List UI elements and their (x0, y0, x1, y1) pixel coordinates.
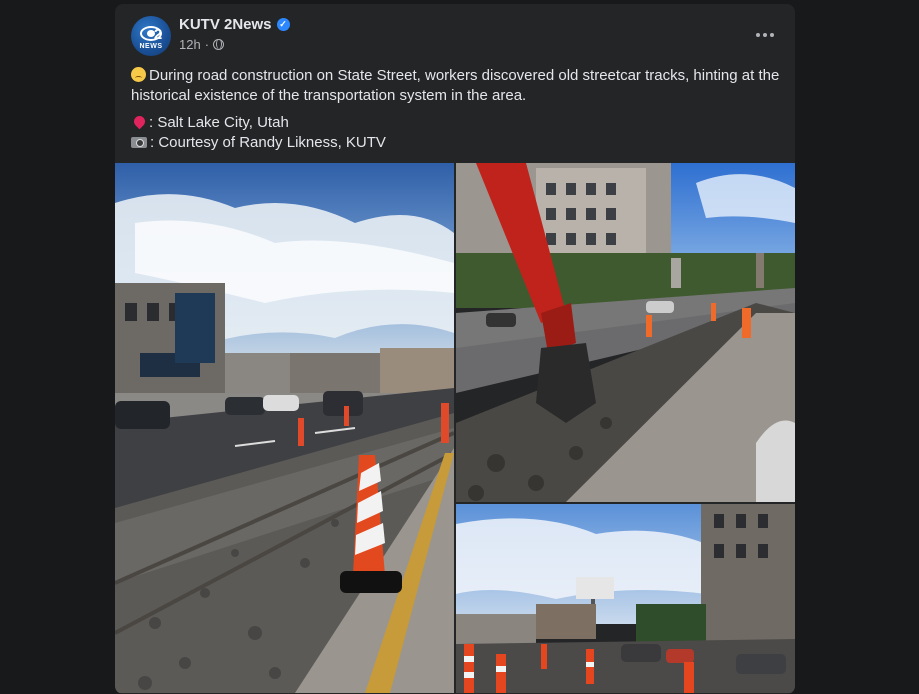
pushpin-emoji-icon (131, 113, 148, 130)
photo-excavator[interactable] (456, 163, 795, 502)
post-timestamp[interactable]: 12h (179, 37, 201, 52)
more-options-icon (756, 33, 760, 37)
globe-icon[interactable] (213, 39, 225, 50)
name-row: KUTV 2News ✓ (179, 16, 290, 33)
meta-separator: · (204, 37, 210, 52)
post-header: 2 NEWS KUTV 2News ✓ 12h · (131, 16, 779, 56)
post-text: During road construction on State Street… (131, 66, 781, 153)
photo-excavator-image (456, 163, 795, 502)
photo-grid (115, 163, 795, 693)
post-credit-line: : Courtesy of Randy Likness, KUTV (131, 133, 781, 153)
cbs-eye-logo (140, 25, 162, 41)
photo-street-view[interactable] (456, 504, 795, 693)
photo-street-tracks[interactable] (115, 163, 454, 693)
thinking-face-emoji-icon (131, 67, 146, 82)
verified-badge-icon: ✓ (276, 18, 290, 31)
page-name-link[interactable]: KUTV 2News (179, 16, 272, 33)
photo-street-view-image (456, 504, 795, 693)
photo-street-tracks-image (115, 163, 454, 693)
post-meta: 12h · (179, 37, 225, 52)
avatar-news-label: NEWS (139, 42, 163, 50)
page-avatar[interactable]: 2 NEWS (131, 16, 171, 56)
more-options-button[interactable] (751, 24, 779, 46)
post-text-main: During road construction on State Street… (131, 67, 780, 104)
post-card: 2 NEWS KUTV 2News ✓ 12h · During road co… (115, 4, 795, 694)
post-location-line: : Salt Lake City, Utah (131, 113, 781, 133)
camera-emoji-icon (131, 137, 147, 148)
